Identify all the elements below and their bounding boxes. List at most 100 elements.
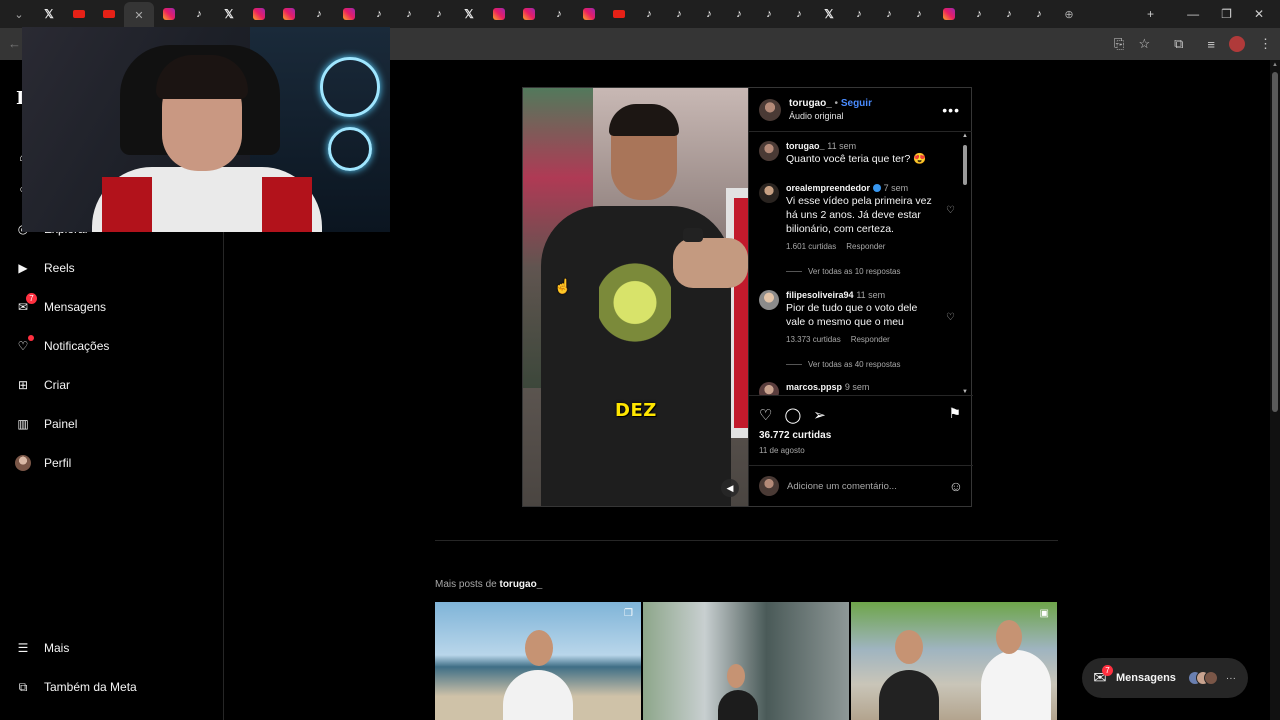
browser-tab[interactable]: ♪ xyxy=(634,3,664,25)
browser-tab[interactable] xyxy=(574,3,604,25)
reel-video[interactable]: DEZ ◀ xyxy=(523,88,748,506)
browser-tab[interactable]: ⊕ xyxy=(1054,3,1084,25)
browser-tab[interactable]: ♪ xyxy=(394,3,424,25)
like-heart-icon[interactable]: ♡ xyxy=(759,406,772,424)
follow-button[interactable]: Seguir xyxy=(841,98,872,109)
browser-tab[interactable] xyxy=(274,3,304,25)
comments-scrollbar[interactable]: ▲ ▼ xyxy=(962,133,971,395)
sidebar-item-criar[interactable]: ⊞ Criar xyxy=(14,376,70,394)
menu-icon[interactable]: ⋮ xyxy=(1259,36,1272,52)
browser-tab[interactable]: ♪ xyxy=(544,3,574,25)
post-username[interactable]: torugao_ xyxy=(789,98,832,109)
media-controls-icon[interactable]: ≡ xyxy=(1207,37,1215,52)
scroll-thumb[interactable] xyxy=(1272,72,1278,412)
comment-bubble-icon[interactable]: ◯ xyxy=(784,406,801,424)
browser-tab[interactable]: 𝕏 xyxy=(814,3,844,25)
browser-tab[interactable]: ♪ xyxy=(874,3,904,25)
page-scrollbar[interactable]: ▲ xyxy=(1270,60,1280,720)
comment-likes[interactable]: 13.373 curtidas xyxy=(786,335,841,344)
sidebar-item-meta[interactable]: ⧉ Também da Meta xyxy=(14,678,137,696)
avatar[interactable] xyxy=(759,141,779,161)
browser-tab[interactable]: ♪ xyxy=(784,3,814,25)
view-replies-button[interactable]: Ver todas as 10 respostas xyxy=(786,267,901,276)
post-thumbnail[interactable] xyxy=(643,602,849,720)
minimize-icon[interactable]: — xyxy=(1187,7,1199,21)
heart-icon[interactable]: ♡ xyxy=(946,205,955,216)
new-tab-button[interactable]: + xyxy=(1147,7,1154,21)
audio-link[interactable]: Áudio original xyxy=(789,110,872,123)
tiktok-icon: ♪ xyxy=(856,8,862,20)
browser-tab[interactable]: ♪ xyxy=(424,3,454,25)
browser-tab[interactable]: ♪ xyxy=(904,3,934,25)
bookmark-icon[interactable]: ⚑ xyxy=(948,405,961,422)
thumbnail-face xyxy=(895,630,923,664)
avatar[interactable] xyxy=(759,183,779,203)
browser-tab[interactable]: ♪ xyxy=(364,3,394,25)
reply-button[interactable]: Responder xyxy=(851,335,890,344)
restore-icon[interactable]: ❐ xyxy=(1221,7,1232,21)
sidebar-item-painel[interactable]: ▥ Painel xyxy=(14,415,77,433)
install-app-icon[interactable]: ⎘ xyxy=(1114,36,1124,52)
sidebar-item-mais[interactable]: ☰ Mais xyxy=(14,639,70,657)
browser-tab[interactable]: ♪ xyxy=(724,3,754,25)
browser-tab[interactable] xyxy=(514,3,544,25)
comment-likes[interactable]: 1.601 curtidas xyxy=(786,242,836,251)
browser-tab[interactable]: 𝕏 xyxy=(34,3,64,25)
browser-tab[interactable]: ♪ xyxy=(754,3,784,25)
browser-tab[interactable] xyxy=(934,3,964,25)
avatar[interactable] xyxy=(759,382,779,395)
view-replies-button[interactable]: Ver todas as 40 respostas xyxy=(786,360,901,369)
profile-icon[interactable] xyxy=(1229,36,1245,52)
browser-tab[interactable] xyxy=(154,3,184,25)
scroll-thumb[interactable] xyxy=(963,145,967,185)
avatar[interactable] xyxy=(759,290,779,310)
browser-tab[interactable]: ♪ xyxy=(184,3,214,25)
browser-tab[interactable]: ✕ xyxy=(124,2,154,28)
browser-tab[interactable]: ♪ xyxy=(304,3,334,25)
browser-tab[interactable]: 𝕏 xyxy=(214,3,244,25)
post-thumbnail[interactable]: ❐ xyxy=(435,602,641,720)
scroll-up-icon[interactable]: ▲ xyxy=(962,133,968,139)
comments-list: torugao_ 11 sem Quanto você teria que te… xyxy=(749,133,973,395)
comment-username[interactable]: orealempreendedor xyxy=(786,183,870,193)
comment-username[interactable]: marcos.ppsp xyxy=(786,382,842,392)
sidebar-item-perfil[interactable]: Perfil xyxy=(14,454,71,472)
post-thumbnail[interactable]: ▣ xyxy=(851,602,1057,720)
comment-username[interactable]: torugao_ xyxy=(786,141,825,151)
more-posts-username[interactable]: torugao_ xyxy=(499,579,542,590)
messages-floating-button[interactable]: ✉ 7 Mensagens ··· xyxy=(1082,658,1248,698)
browser-tab[interactable] xyxy=(64,3,94,25)
close-window-icon[interactable]: ✕ xyxy=(1254,7,1264,21)
star-icon[interactable]: ☆ xyxy=(1138,36,1150,52)
browser-tab[interactable] xyxy=(244,3,274,25)
browser-tab[interactable]: ♪ xyxy=(664,3,694,25)
back-arrow-icon[interactable]: ← xyxy=(8,36,21,51)
speaker-icon[interactable]: ◀ xyxy=(721,479,739,497)
browser-tab[interactable]: 𝕏 xyxy=(454,3,484,25)
avatar[interactable] xyxy=(759,98,781,121)
reply-button[interactable]: Responder xyxy=(846,242,885,251)
sidebar-item-notificacoes[interactable]: ♡ Notificações xyxy=(14,335,109,355)
browser-tab[interactable]: ♪ xyxy=(1024,3,1054,25)
browser-tab[interactable] xyxy=(94,3,124,25)
browser-tab[interactable] xyxy=(604,3,634,25)
sidebar-item-reels[interactable]: ▶ Reels xyxy=(14,259,74,277)
browser-tab[interactable]: ♪ xyxy=(844,3,874,25)
browser-tab[interactable] xyxy=(484,3,514,25)
scroll-up-icon[interactable]: ▲ xyxy=(1272,62,1278,68)
browser-tab[interactable]: ♪ xyxy=(994,3,1024,25)
comment-input[interactable]: Adicione um comentário... xyxy=(787,481,941,492)
heart-icon[interactable]: ♡ xyxy=(946,312,955,323)
extensions-icon[interactable]: ⧉ xyxy=(1174,36,1183,52)
share-send-icon[interactable]: ➢ xyxy=(813,406,826,424)
browser-tab[interactable]: ♪ xyxy=(694,3,724,25)
emoji-icon[interactable]: ☺ xyxy=(949,478,963,494)
browser-tab[interactable]: ⌄ xyxy=(4,3,34,25)
browser-tab[interactable]: ♪ xyxy=(964,3,994,25)
messenger-icon: ✉ 7 xyxy=(14,293,37,316)
more-options-icon[interactable]: ••• xyxy=(942,102,960,118)
likes-count[interactable]: 36.772 curtidas xyxy=(759,430,831,441)
sidebar-item-mensagens[interactable]: ✉ 7 Mensagens xyxy=(14,293,106,316)
browser-tab[interactable] xyxy=(334,3,364,25)
comment-username[interactable]: filipesoliveira94 xyxy=(786,290,854,300)
